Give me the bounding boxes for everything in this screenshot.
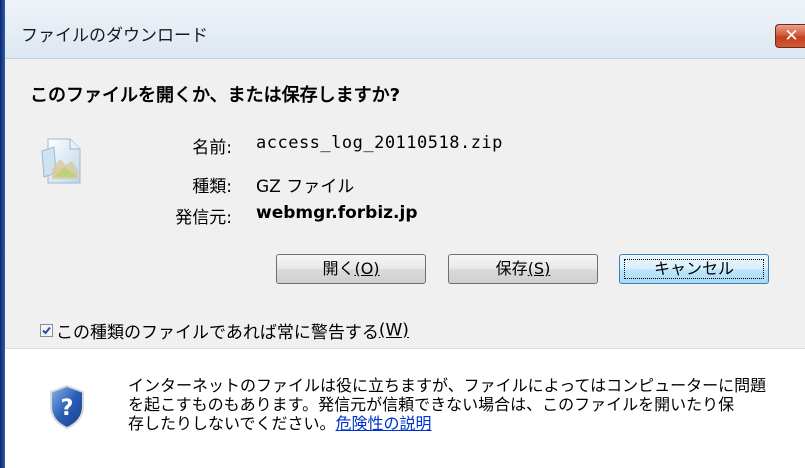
always-warn-label: この種類のファイルであれば常に警告する [56,323,379,343]
name-label: 名前: [192,138,232,158]
warning-line-3: 存したりしないでください。危険性の説明 [128,414,788,433]
file-name-value: access_log_20110518.zip [256,133,503,153]
warning-line-3-text: 存したりしないでください。 [128,414,336,433]
check-icon [42,326,51,335]
risk-explanation-link[interactable]: 危険性の説明 [336,414,432,433]
security-warning: インターネットのファイルは役に立ちますが、ファイルによってはコンピューターに問題… [128,376,788,433]
title-bar: ファイルのダウンロード ✕ [5,0,805,59]
source-label: 発信元: [175,208,232,228]
warning-line-2: を起こすものもあります。発信元が信頼できない場合は、このファイルを開いたり保 [128,395,735,414]
close-button[interactable]: ✕ [775,24,805,48]
warning-line-1: インターネットのファイルは役に立ちますが、ファイルによってはコンピューターに問題 [128,376,767,395]
open-button-accel: (O) [354,259,380,278]
save-button[interactable]: 保存(S) [448,254,598,284]
save-button-label: 保存 [495,259,528,278]
open-button[interactable]: 開く(O) [276,254,426,284]
file-icon [40,133,84,191]
open-button-label: 開く [322,259,355,278]
focus-ring [624,259,764,279]
svg-text:?: ? [61,396,74,421]
file-type-value: GZ ファイル [256,177,355,197]
always-warn-accel: (W) [378,320,409,341]
source-value: webmgr.forbiz.jp [256,203,418,223]
close-icon: ✕ [784,26,799,46]
window-title: ファイルのダウンロード [21,26,208,46]
cancel-button[interactable]: キャンセル [619,254,769,284]
always-warn-row[interactable]: この種類のファイルであれば常に警告する(W) [40,318,409,343]
dialog-question: このファイルを開くか、または保存しますか? [30,85,401,106]
save-button-accel: (S) [527,259,551,278]
always-warn-checkbox[interactable] [40,324,53,337]
shield-question-icon: ? [48,384,86,434]
type-label: 種類: [192,177,232,197]
